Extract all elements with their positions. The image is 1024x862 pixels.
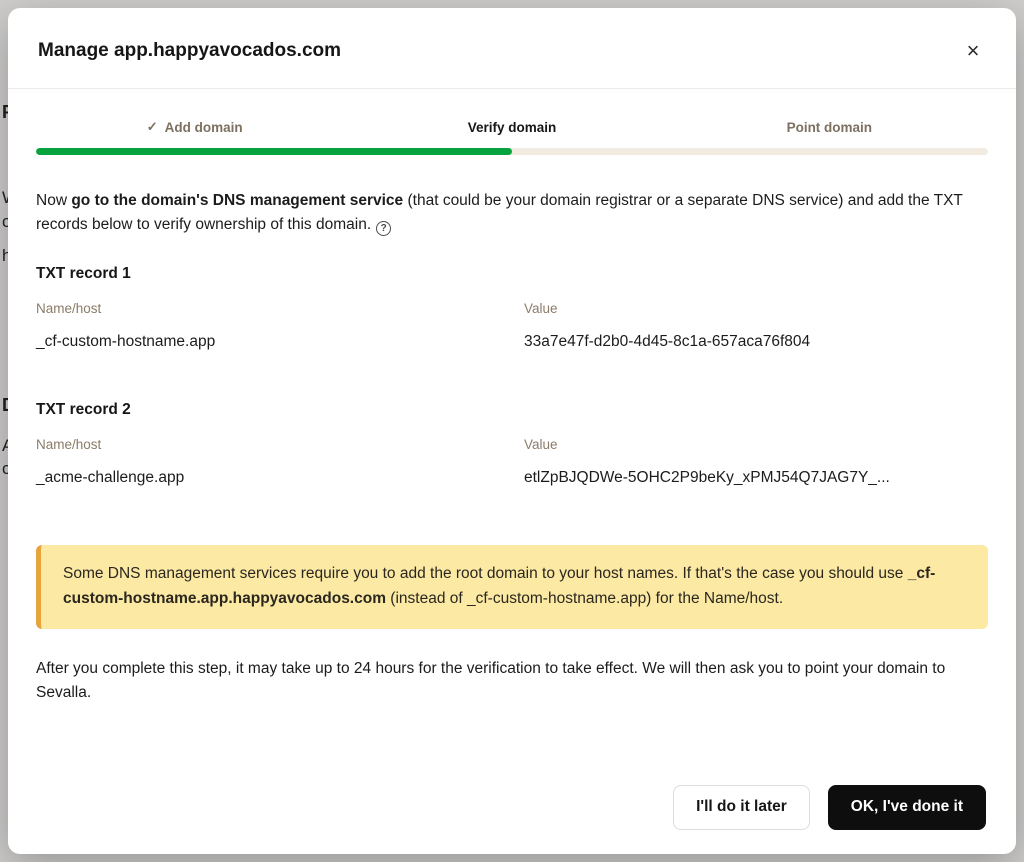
stepper: ✓ Add domain Verify domain Point domain	[36, 119, 988, 135]
check-icon: ✓	[147, 119, 158, 135]
step-verify-domain: Verify domain	[353, 119, 670, 135]
modal-footer: I'll do it later OK, I've done it	[8, 763, 1016, 854]
record-value: 33a7e47f-d2b0-4d45-8c1a-657aca76f804	[524, 333, 988, 351]
record-name-column: Name/host _acme-challenge.app	[36, 437, 524, 487]
value-label: Value	[524, 301, 988, 316]
note-post: .	[87, 684, 91, 701]
close-icon[interactable]: ×	[960, 38, 986, 64]
step-label: Point domain	[787, 120, 873, 135]
step-label: Verify domain	[468, 120, 557, 135]
completion-note: After you complete this step, it may tak…	[36, 657, 988, 707]
manage-domain-modal: Manage app.happyavocados.com × ✓ Add dom…	[8, 8, 1016, 854]
intro-bold: go to the domain's DNS management servic…	[71, 192, 403, 209]
record-grid: Name/host _acme-challenge.app Value etlZ…	[36, 437, 988, 487]
modal-title: Manage app.happyavocados.com	[38, 40, 341, 62]
ok-done-button[interactable]: OK, I've done it	[828, 785, 986, 830]
modal-content: ✓ Add domain Verify domain Point domain …	[8, 89, 1016, 763]
do-it-later-button[interactable]: I'll do it later	[673, 785, 810, 830]
record-grid: Name/host _cf-custom-hostname.app Value …	[36, 301, 988, 351]
value-label: Value	[524, 437, 988, 452]
progress-fill	[36, 148, 512, 155]
record-value-column: Value etlZpBJQDWe-5OHC2P9beKy_xPMJ54Q7JA…	[524, 437, 988, 487]
warning-pre: Some DNS management services require you…	[63, 565, 908, 582]
txt-record-2: TXT record 2 Name/host _acme-challenge.a…	[36, 401, 988, 487]
record-name-column: Name/host _cf-custom-hostname.app	[36, 301, 524, 351]
record-value: etlZpBJQDWe-5OHC2P9beKy_xPMJ54Q7JAG7Y_..…	[524, 469, 988, 487]
dns-warning-banner: Some DNS management services require you…	[36, 545, 988, 629]
modal-header: Manage app.happyavocados.com ×	[8, 8, 1016, 89]
record-value-column: Value 33a7e47f-d2b0-4d45-8c1a-657aca76f8…	[524, 301, 988, 351]
intro-pre: Now	[36, 192, 71, 209]
name-host-value: _acme-challenge.app	[36, 469, 504, 487]
txt-record-1: TXT record 1 Name/host _cf-custom-hostna…	[36, 265, 988, 351]
record-title: TXT record 1	[36, 265, 988, 283]
record-title: TXT record 2	[36, 401, 988, 419]
sevalla-link[interactable]: Sevalla	[36, 684, 87, 701]
warning-post: (instead of _cf-custom-hostname.app) for…	[386, 590, 783, 607]
note-pre: After you complete this step, it may tak…	[36, 660, 945, 677]
name-host-value: _cf-custom-hostname.app	[36, 333, 504, 351]
name-host-label: Name/host	[36, 437, 504, 452]
step-label: Add domain	[165, 120, 243, 135]
name-host-label: Name/host	[36, 301, 504, 316]
help-icon[interactable]: ?	[376, 221, 391, 236]
step-add-domain: ✓ Add domain	[36, 119, 353, 135]
progress-bar-track	[36, 148, 988, 155]
intro-text: Now go to the domain's DNS management se…	[36, 189, 988, 237]
step-point-domain: Point domain	[671, 119, 988, 135]
